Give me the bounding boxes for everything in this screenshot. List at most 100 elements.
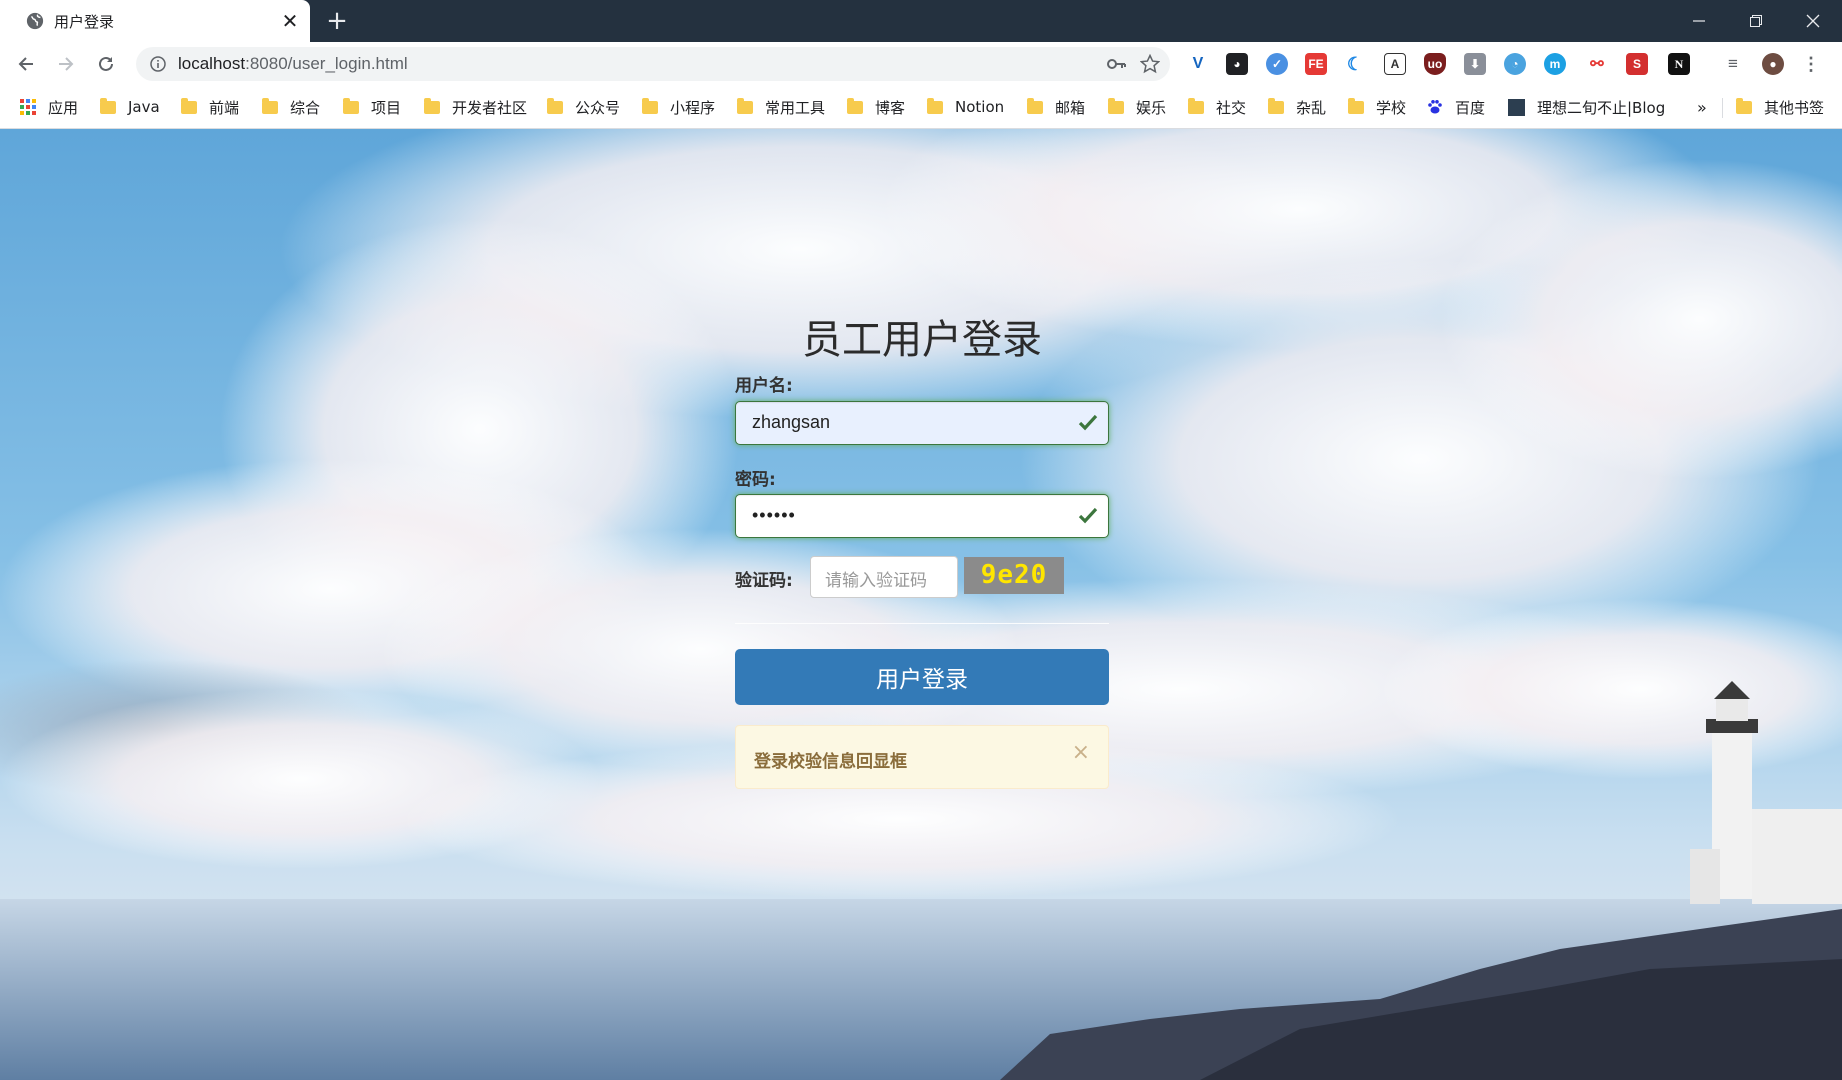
info-icon[interactable] [150, 56, 166, 72]
bookmark-label: 项目 [371, 98, 402, 117]
extension-m-icon[interactable]: m [1544, 53, 1566, 75]
bookmark-folder-official-accounts[interactable]: 公众号 [547, 96, 620, 118]
bookmark-label: 邮箱 [1055, 98, 1086, 117]
bookmark-label: Notion [955, 98, 1005, 116]
download-icon[interactable]: ⬇ [1464, 53, 1486, 75]
extension-fe-icon[interactable]: FE [1305, 53, 1327, 75]
url-text: localhost:8080/user_login.html [178, 54, 408, 74]
bookmark-label: 开发者社区 [452, 98, 528, 117]
bookmark-label: 杂乱 [1296, 98, 1327, 117]
address-bar[interactable]: localhost:8080/user_login.html [136, 47, 1170, 81]
checkmark-icon [1078, 414, 1098, 431]
extension-share-icon[interactable]: ⚯ [1586, 53, 1608, 75]
bookmark-label: 百度 [1455, 98, 1486, 117]
minimize-icon[interactable] [1670, 0, 1728, 42]
url-host: localhost [178, 54, 246, 73]
username-input[interactable]: zhangsan [735, 401, 1109, 445]
captcha-input[interactable]: 请输入验证码 [810, 556, 958, 598]
bookmark-blog[interactable]: 理想二旬不止|Blog [1508, 96, 1665, 118]
close-window-icon[interactable] [1784, 0, 1842, 42]
reload-button[interactable] [90, 48, 122, 80]
folder-icon [262, 97, 278, 114]
globe-icon [26, 12, 44, 30]
folder-icon [1348, 97, 1364, 114]
bookmark-folder-social[interactable]: 社交 [1188, 96, 1246, 118]
bookmark-other[interactable]: 其他书签 [1736, 96, 1824, 118]
folder-icon [424, 97, 440, 114]
key-icon[interactable] [1106, 55, 1126, 73]
password-label: 密码: [735, 470, 776, 490]
folder-icon [927, 97, 943, 114]
bookmarks-overflow-button[interactable]: » [1697, 96, 1707, 118]
reload-icon [99, 56, 113, 71]
extension-v-icon[interactable]: V [1187, 53, 1209, 75]
bookmark-folder-entertainment[interactable]: 娱乐 [1108, 96, 1166, 118]
bookmark-apps[interactable]: 应用 [20, 96, 78, 118]
extension-a-icon[interactable]: A [1384, 53, 1406, 75]
login-alert: 登录校验信息回显框 × [735, 725, 1109, 789]
folder-icon [1108, 97, 1124, 114]
bookmark-baidu[interactable]: 百度 [1427, 96, 1485, 118]
profile-avatar[interactable]: ● [1762, 53, 1784, 75]
folder-icon [737, 97, 753, 114]
bookmarks-bar: 应用 Java 前端 综合 项目 开发者社区 公众号 小程序 常用工具 博客 N… [0, 86, 1842, 129]
bookmark-folder-tools[interactable]: 常用工具 [737, 96, 825, 118]
bookmark-label: 理想二旬不止|Blog [1537, 98, 1666, 117]
captcha-label: 验证码: [735, 571, 793, 591]
bookmark-label: 学校 [1376, 98, 1407, 117]
extension-cat-icon[interactable]: ◔ [1504, 53, 1526, 75]
bookmark-folder-mail[interactable]: 邮箱 [1027, 96, 1085, 118]
password-input[interactable]: •••••• [735, 494, 1109, 538]
extension-ghost-icon[interactable]: ◕ [1226, 53, 1248, 75]
checkmark-icon [1078, 507, 1098, 524]
media-playlist-icon[interactable]: ≡ [1722, 53, 1744, 75]
login-button[interactable]: 用户登录 [735, 649, 1109, 705]
bookmark-label: 常用工具 [765, 98, 826, 117]
bookmark-folder-projects[interactable]: 项目 [343, 96, 401, 118]
extension-s-icon[interactable]: S [1626, 53, 1648, 75]
captcha-placeholder: 请输入验证码 [825, 571, 927, 591]
login-title: 员工用户登录 [802, 317, 1042, 363]
folder-icon [343, 97, 359, 114]
alert-close-icon[interactable]: × [1072, 740, 1090, 765]
notion-icon[interactable]: N [1668, 53, 1690, 75]
arrow-right-icon [59, 57, 74, 71]
forward-button[interactable] [50, 48, 82, 80]
bookmark-folder-notion[interactable]: Notion [927, 96, 1004, 118]
folder-icon [1736, 97, 1752, 114]
bookmark-star-icon[interactable] [1140, 54, 1160, 74]
bookmark-folder-school[interactable]: 学校 [1348, 96, 1406, 118]
new-tab-button[interactable]: + [324, 8, 350, 34]
bookmarks-divider [1722, 98, 1723, 118]
bookmark-folder-misc[interactable]: 杂乱 [1268, 96, 1326, 118]
bookmark-label: 社交 [1216, 98, 1247, 117]
folder-icon [1188, 97, 1204, 114]
bookmark-folder-java[interactable]: Java [100, 96, 160, 118]
restore-icon[interactable] [1727, 0, 1785, 42]
captcha-image[interactable]: 9e20 [964, 557, 1064, 594]
tab-title: 用户登录 [54, 12, 115, 31]
bookmark-folder-mini-programs[interactable]: 小程序 [642, 96, 715, 118]
username-label: 用户名: [735, 376, 793, 396]
bookmark-label: 博客 [875, 98, 906, 117]
bookmark-folder-blogs[interactable]: 博客 [847, 96, 905, 118]
bookmark-label: 小程序 [670, 98, 716, 117]
folder-icon [181, 97, 197, 114]
more-menu-icon[interactable]: ⋮ [1800, 53, 1822, 75]
browser-tab-active[interactable]: 用户登录 ✕ [0, 0, 310, 42]
login-page: 员工用户登录 用户名: zhangsan 密码: •••••• 验证码: 请输入… [0, 129, 1842, 1080]
bookmark-folder-frontend[interactable]: 前端 [181, 96, 239, 118]
folder-icon [1027, 97, 1043, 114]
bookmark-folder-dev-community[interactable]: 开发者社区 [424, 96, 527, 118]
bookmark-label: 娱乐 [1136, 98, 1167, 117]
bookmark-folder-general[interactable]: 综合 [262, 96, 320, 118]
apps-grid-icon [20, 99, 36, 115]
ublock-origin-icon[interactable]: uo [1424, 53, 1446, 75]
bookmark-label: 前端 [209, 98, 240, 117]
extension-moon-icon[interactable]: ☾ [1344, 53, 1366, 75]
close-tab-icon[interactable]: ✕ [280, 9, 300, 33]
folder-icon [100, 97, 116, 114]
folder-icon [642, 97, 658, 114]
back-button[interactable] [10, 48, 42, 80]
extension-check-icon[interactable]: ✓ [1266, 53, 1288, 75]
